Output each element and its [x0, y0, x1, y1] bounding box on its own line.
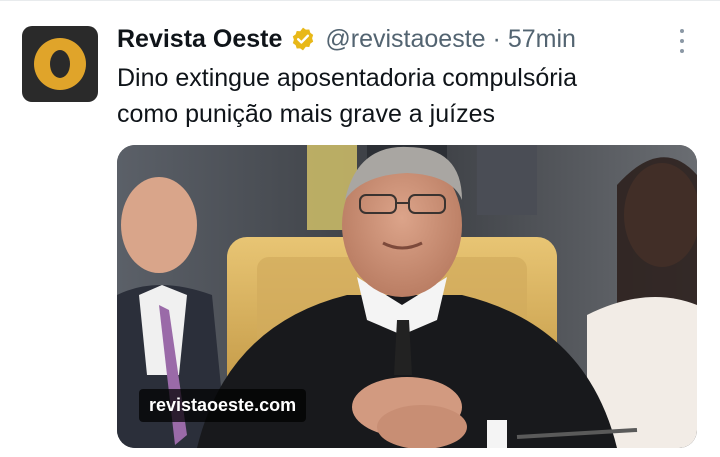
tweet-text-line: como punição mais grave a juízes	[117, 100, 495, 128]
separator: ·	[492, 24, 501, 53]
media-watermark: revistaoeste.com	[139, 389, 307, 422]
tweet-text-line: Dino extingue aposentadoria compulsória	[117, 64, 578, 92]
tweet-photo[interactable]: revistaoeste.com	[117, 145, 697, 448]
timestamp[interactable]: 57min	[508, 25, 576, 54]
verified-badge-icon[interactable]	[290, 26, 316, 52]
avatar-logo	[34, 38, 86, 90]
author-handle[interactable]: @revistaoeste	[325, 25, 485, 54]
avatar[interactable]	[22, 26, 98, 102]
author-name[interactable]: Revista Oeste	[117, 25, 282, 54]
tweet-card[interactable]: Revista Oeste @revistaoeste · 57min Dino…	[0, 0, 720, 457]
divider	[0, 0, 720, 1]
tweet-header: Revista Oeste @revistaoeste · 57min	[117, 22, 576, 56]
more-options-icon[interactable]	[672, 26, 692, 56]
tweet-text: Dino extingue aposentadoria compulsória …	[117, 60, 697, 132]
